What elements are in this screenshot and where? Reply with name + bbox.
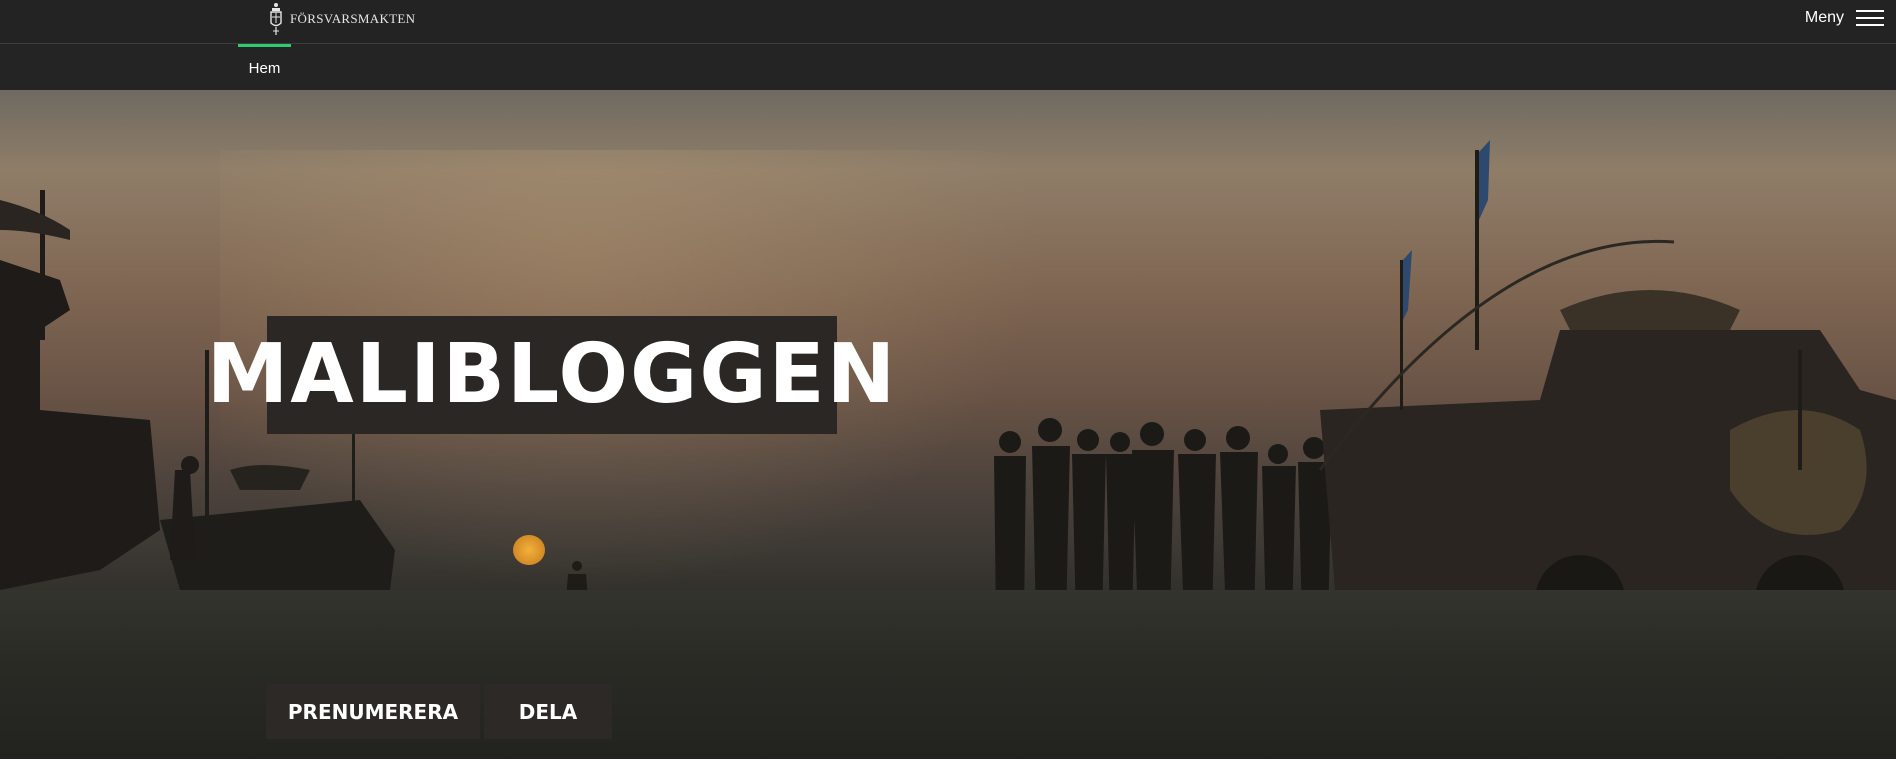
page-bottom-edge xyxy=(0,759,1896,767)
logo-text: FÖRSVARSMAKTEN xyxy=(290,11,416,26)
subnav-item-hem[interactable]: Hem xyxy=(238,44,291,90)
subscribe-button[interactable]: PRENUMERERA xyxy=(266,684,480,739)
menu-button[interactable]: Meny xyxy=(1805,4,1884,32)
right-vehicle-silhouette xyxy=(1318,140,1896,650)
sub-navigation: Hem xyxy=(0,44,1896,90)
menu-label: Meny xyxy=(1804,9,1844,26)
top-bar: FÖRSVARSMAKTEN Meny xyxy=(0,0,1896,44)
setting-sun xyxy=(513,535,545,565)
hamburger-menu-icon xyxy=(1856,8,1884,28)
blog-title: MALIBLOGGEN xyxy=(206,327,898,422)
site-logo[interactable]: FÖRSVARSMAKTEN xyxy=(268,0,415,38)
blog-title-box: MALIBLOGGEN xyxy=(207,316,895,434)
share-button[interactable]: DELA xyxy=(484,684,612,739)
crest-logo-icon xyxy=(270,3,282,35)
